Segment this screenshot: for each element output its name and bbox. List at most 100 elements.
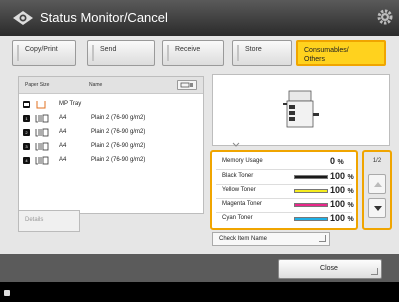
- tab-bar: [167, 45, 169, 61]
- list-header: Paper Size Name: [19, 77, 203, 94]
- list-item[interactable]: 1 A4 Plain 2 (76-90 g/m2): [19, 113, 203, 125]
- paper-name: Plain 2 (76-90 g/m2): [91, 115, 146, 121]
- list-item[interactable]: 2 A4 Plain 2 (76-90 g/m2): [19, 127, 203, 139]
- mp-tray-icon: [36, 101, 46, 109]
- tab-store[interactable]: Store: [232, 40, 292, 66]
- details-button[interactable]: Details: [18, 210, 80, 232]
- consumable-unit: %: [347, 202, 354, 209]
- tab-label: Receive: [175, 46, 201, 53]
- sort-icon: [180, 82, 193, 88]
- bottom-bar: Close: [0, 254, 399, 282]
- list-item[interactable]: 3 A4 Plain 2 (76-90 g/m2): [19, 141, 203, 153]
- list-item[interactable]: MP Tray: [19, 99, 203, 111]
- printer-image-box: [212, 74, 390, 146]
- page-indicator: 1/2: [372, 158, 382, 164]
- paper-size: A4: [59, 143, 67, 149]
- consumable-number: 100: [330, 185, 346, 195]
- consumable-value: 100 %: [330, 171, 354, 181]
- toner-level-bar: [294, 203, 328, 207]
- close-label: Close: [320, 265, 338, 272]
- tab-copy-print[interactable]: Copy/Print: [12, 40, 76, 66]
- close-button[interactable]: Close: [278, 259, 382, 279]
- tab-label-line2: Others: [304, 56, 326, 63]
- magenta-toner-row: Magenta Toner 100 %: [216, 199, 354, 211]
- tab-label: Store: [245, 46, 262, 53]
- details-label: Details: [25, 217, 44, 223]
- paper-name: Plain 2 (76-90 g/m2): [91, 129, 146, 135]
- drawer-number: 3: [23, 143, 30, 150]
- main-panel: Copy/Print Send Receive Store Consumable…: [0, 36, 399, 282]
- list-item[interactable]: 4 A4 Plain 2 (76-90 g/m2): [19, 155, 203, 167]
- paper-name: Plain 2 (76-90 g/m2): [91, 143, 146, 149]
- gear-icon[interactable]: [377, 8, 393, 26]
- header-paper-size: Paper Size: [25, 82, 50, 88]
- paper-size: A4: [59, 115, 67, 121]
- paper-list: Paper Size Name MP Tray 1 A4 Plain 2 (76…: [18, 76, 204, 214]
- consumable-name: Memory Usage: [222, 158, 263, 164]
- window-title: Status Monitor/Cancel: [40, 10, 168, 25]
- drawer-number: 2: [23, 129, 30, 136]
- divider: [216, 169, 352, 170]
- paper-stack-icon: [35, 156, 49, 165]
- header-name: Name: [89, 82, 103, 88]
- sort-button[interactable]: [177, 80, 197, 90]
- consumable-unit: %: [337, 159, 344, 166]
- toner-level-bar: [294, 189, 328, 193]
- tab-consumables-others[interactable]: Consumables/ Others: [296, 40, 386, 66]
- check-item-name-label: Check Item Name: [219, 236, 268, 242]
- consumable-number: 100: [330, 199, 346, 209]
- tab-send[interactable]: Send: [87, 40, 155, 66]
- tab-bar: [92, 45, 94, 61]
- yellow-toner-row: Yellow Toner 100 %: [216, 185, 354, 197]
- scroll-up-button[interactable]: [368, 174, 386, 194]
- button-corner-mark: [371, 268, 378, 275]
- paper-size: MP Tray: [59, 101, 82, 107]
- tab-receive[interactable]: Receive: [162, 40, 224, 66]
- tab-bar: [17, 45, 19, 61]
- chevron-down-icon[interactable]: [232, 142, 240, 148]
- consumable-number: 0: [330, 156, 336, 166]
- scroll-down-button[interactable]: [368, 198, 386, 218]
- consumable-unit: %: [347, 188, 354, 195]
- paper-stack-icon: [35, 142, 49, 151]
- consumable-number: 100: [330, 171, 346, 181]
- status-monitor-screen: Status Monitor/Cancel Copy/Print Send Re…: [0, 0, 399, 302]
- consumable-value: 100 %: [330, 213, 354, 223]
- status-led: [4, 290, 10, 296]
- tray-badge: [23, 101, 30, 108]
- tab-label: Consumables/ Others: [304, 46, 349, 64]
- check-item-name-button[interactable]: Check Item Name: [212, 232, 330, 246]
- consumable-name: Yellow Toner: [222, 187, 256, 193]
- tab-label: Send: [100, 46, 117, 53]
- consumable-name: Cyan Toner: [222, 215, 253, 221]
- title-bar: Status Monitor/Cancel: [0, 0, 399, 36]
- cyan-toner-row: Cyan Toner 100 %: [216, 213, 354, 225]
- toner-level-bar: [294, 217, 328, 221]
- memory-usage-row: Memory Usage 0 %: [216, 156, 354, 168]
- paper-stack-icon: [35, 114, 49, 123]
- consumable-value: 100 %: [330, 185, 354, 195]
- consumable-value: 100 %: [330, 199, 354, 209]
- paper-size: A4: [59, 157, 67, 163]
- paper-stack-icon: [35, 128, 49, 137]
- consumables-panel: Memory Usage 0 % Black Toner 100 % Yello…: [210, 150, 358, 230]
- consumable-value: 0 %: [330, 156, 344, 166]
- consumable-unit: %: [347, 174, 354, 181]
- tab-label: Copy/Print: [25, 46, 58, 53]
- black-toner-row: Black Toner 100 %: [216, 171, 354, 183]
- drawer-number: 1: [23, 115, 30, 122]
- tab-label-line1: Consumables/: [304, 47, 349, 54]
- consumable-name: Magenta Toner: [222, 201, 262, 207]
- consumable-number: 100: [330, 213, 346, 223]
- tray-icon: [24, 103, 29, 106]
- status-monitor-icon: [13, 11, 33, 25]
- paper-size: A4: [59, 129, 67, 135]
- triangle-up-icon: [374, 182, 382, 187]
- printer-icon: [283, 90, 319, 128]
- triangle-down-icon: [374, 206, 382, 211]
- tab-bar: [237, 45, 239, 61]
- button-corner-mark: [319, 235, 326, 242]
- toner-level-bar: [294, 175, 328, 179]
- paper-name: Plain 2 (76-90 g/m2): [91, 157, 146, 163]
- drawer-number: 4: [23, 157, 30, 164]
